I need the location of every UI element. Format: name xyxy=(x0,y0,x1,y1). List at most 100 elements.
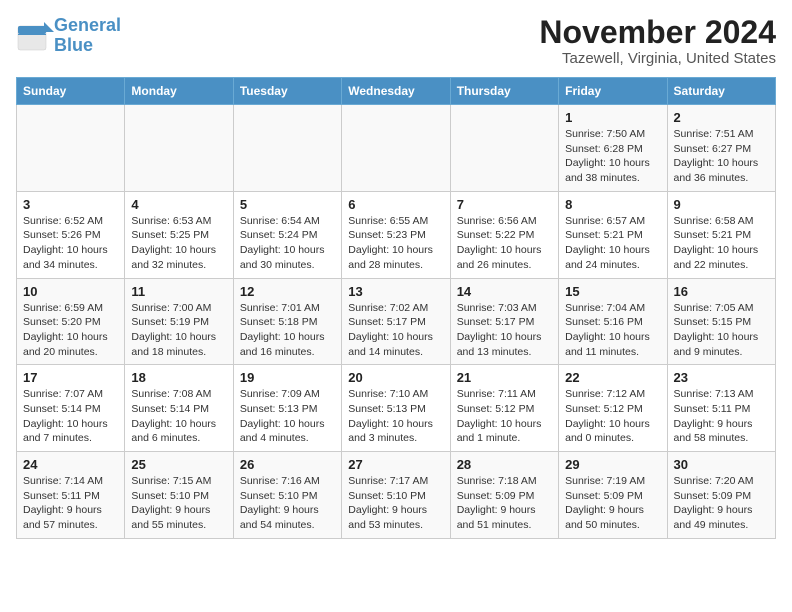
calendar-cell: 22Sunrise: 7:12 AM Sunset: 5:12 PM Dayli… xyxy=(559,365,667,452)
calendar-week-row: 17 Sunrise: 7:07 AM Sunset: 5:14 PM Dayli… xyxy=(17,365,776,452)
day-info: Sunrise: 7:01 AM Sunset: 5:18 PM Dayligh… xyxy=(240,301,335,360)
day-info: Sunrise: 7:00 AM Sunset: 5:19 PM Dayligh… xyxy=(131,301,226,360)
day-info: Sunrise: 6:56 AM Sunset: 5:22 PM Dayligh… xyxy=(457,214,552,273)
day-info: Sunrise: 7:03 AM Sunset: 5:17 PM Dayligh… xyxy=(457,301,552,360)
day-number: 28 xyxy=(457,457,552,472)
day-info: Sunrise: 6:52 AM Sunset: 5:26 PM Dayligh… xyxy=(23,214,118,273)
day-info: Sunrise: 7:19 AM Sunset: 5:09 PM Dayligh… xyxy=(565,474,660,533)
day-number: 21 xyxy=(457,370,552,385)
calendar-cell: 1 Sunrise: 7:50 AM Sunset: 6:28 PM Daylig… xyxy=(559,105,667,192)
day-info: Sunrise: 7:13 AM Sunset: 5:11 PM Dayligh… xyxy=(674,387,769,446)
day-number: 17 xyxy=(23,370,118,385)
day-number: 11 xyxy=(131,284,226,299)
day-info: Sunrise: 7:18 AM Sunset: 5:09 PM Dayligh… xyxy=(457,474,552,533)
day-info: Sunrise: 7:17 AM Sunset: 5:10 PM Dayligh… xyxy=(348,474,443,533)
title-area: November 2024 Tazewell, Virginia, United… xyxy=(539,16,776,67)
day-number: 2 xyxy=(674,110,769,125)
calendar-cell: 20 Sunrise: 7:10 AM Sunset: 5:13 PM Dayli… xyxy=(342,365,450,452)
weekday-header: Friday xyxy=(559,78,667,105)
day-number: 15 xyxy=(565,284,660,299)
weekday-header: Sunday xyxy=(17,78,125,105)
calendar-cell: 29 Sunrise: 7:19 AM Sunset: 5:09 PM Dayli… xyxy=(559,452,667,539)
calendar-cell xyxy=(233,105,341,192)
calendar-cell: 28 Sunrise: 7:18 AM Sunset: 5:09 PM Dayli… xyxy=(450,452,558,539)
day-info: Sunrise: 7:04 AM Sunset: 5:16 PM Dayligh… xyxy=(565,301,660,360)
day-number: 22 xyxy=(565,370,660,385)
calendar-cell: 30Sunrise: 7:20 AM Sunset: 5:09 PM Dayli… xyxy=(667,452,775,539)
calendar-cell xyxy=(17,105,125,192)
day-info: Sunrise: 7:02 AM Sunset: 5:17 PM Dayligh… xyxy=(348,301,443,360)
calendar-week-row: 1 Sunrise: 7:50 AM Sunset: 6:28 PM Daylig… xyxy=(17,105,776,192)
day-info: Sunrise: 6:54 AM Sunset: 5:24 PM Dayligh… xyxy=(240,214,335,273)
day-number: 1 xyxy=(565,110,660,125)
calendar-cell: 6Sunrise: 6:55 AM Sunset: 5:23 PM Daylig… xyxy=(342,191,450,278)
calendar-cell: 9Sunrise: 6:58 AM Sunset: 5:21 PM Daylig… xyxy=(667,191,775,278)
weekday-header-row: SundayMondayTuesdayWednesdayThursdayFrid… xyxy=(17,78,776,105)
day-number: 3 xyxy=(23,197,118,212)
calendar-cell: 26 Sunrise: 7:16 AM Sunset: 5:10 PM Dayli… xyxy=(233,452,341,539)
header: General Blue November 2024 Tazewell, Vir… xyxy=(16,16,776,67)
day-info: Sunrise: 6:57 AM Sunset: 5:21 PM Dayligh… xyxy=(565,214,660,273)
calendar-cell: 21Sunrise: 7:11 AM Sunset: 5:12 PM Dayli… xyxy=(450,365,558,452)
calendar-cell: 23 Sunrise: 7:13 AM Sunset: 5:11 PM Dayli… xyxy=(667,365,775,452)
day-info: Sunrise: 7:07 AM Sunset: 5:14 PM Dayligh… xyxy=(23,387,118,446)
calendar-cell: 4 Sunrise: 6:53 AM Sunset: 5:25 PM Daylig… xyxy=(125,191,233,278)
day-info: Sunrise: 7:10 AM Sunset: 5:13 PM Dayligh… xyxy=(348,387,443,446)
calendar-cell: 13 Sunrise: 7:02 AM Sunset: 5:17 PM Dayli… xyxy=(342,278,450,365)
logo-icon xyxy=(16,18,52,54)
day-number: 23 xyxy=(674,370,769,385)
calendar-cell: 11 Sunrise: 7:00 AM Sunset: 5:19 PM Dayli… xyxy=(125,278,233,365)
weekday-header: Saturday xyxy=(667,78,775,105)
day-info: Sunrise: 7:08 AM Sunset: 5:14 PM Dayligh… xyxy=(131,387,226,446)
day-number: 7 xyxy=(457,197,552,212)
calendar-cell: 7 Sunrise: 6:56 AM Sunset: 5:22 PM Daylig… xyxy=(450,191,558,278)
logo: General Blue xyxy=(16,16,121,56)
weekday-header: Monday xyxy=(125,78,233,105)
calendar-cell: 3 Sunrise: 6:52 AM Sunset: 5:26 PM Daylig… xyxy=(17,191,125,278)
calendar-cell: 16 Sunrise: 7:05 AM Sunset: 5:15 PM Dayli… xyxy=(667,278,775,365)
day-info: Sunrise: 7:16 AM Sunset: 5:10 PM Dayligh… xyxy=(240,474,335,533)
day-info: Sunrise: 7:50 AM Sunset: 6:28 PM Dayligh… xyxy=(565,127,660,186)
day-number: 14 xyxy=(457,284,552,299)
location: Tazewell, Virginia, United States xyxy=(539,50,776,67)
day-info: Sunrise: 7:05 AM Sunset: 5:15 PM Dayligh… xyxy=(674,301,769,360)
weekday-header: Tuesday xyxy=(233,78,341,105)
day-number: 29 xyxy=(565,457,660,472)
day-info: Sunrise: 6:53 AM Sunset: 5:25 PM Dayligh… xyxy=(131,214,226,273)
calendar-week-row: 24 Sunrise: 7:14 AM Sunset: 5:11 PM Dayli… xyxy=(17,452,776,539)
day-number: 12 xyxy=(240,284,335,299)
day-number: 20 xyxy=(348,370,443,385)
logo-line2: Blue xyxy=(54,35,93,55)
day-info: Sunrise: 6:58 AM Sunset: 5:21 PM Dayligh… xyxy=(674,214,769,273)
day-number: 25 xyxy=(131,457,226,472)
calendar-cell: 12 Sunrise: 7:01 AM Sunset: 5:18 PM Dayli… xyxy=(233,278,341,365)
day-number: 27 xyxy=(348,457,443,472)
day-number: 4 xyxy=(131,197,226,212)
day-number: 10 xyxy=(23,284,118,299)
day-number: 8 xyxy=(565,197,660,212)
calendar-cell: 14 Sunrise: 7:03 AM Sunset: 5:17 PM Dayli… xyxy=(450,278,558,365)
day-number: 16 xyxy=(674,284,769,299)
weekday-header: Wednesday xyxy=(342,78,450,105)
day-info: Sunrise: 6:59 AM Sunset: 5:20 PM Dayligh… xyxy=(23,301,118,360)
calendar-cell: 27 Sunrise: 7:17 AM Sunset: 5:10 PM Dayli… xyxy=(342,452,450,539)
day-info: Sunrise: 7:09 AM Sunset: 5:13 PM Dayligh… xyxy=(240,387,335,446)
logo-text: General Blue xyxy=(54,16,121,56)
day-info: Sunrise: 6:55 AM Sunset: 5:23 PM Dayligh… xyxy=(348,214,443,273)
calendar-week-row: 10 Sunrise: 6:59 AM Sunset: 5:20 PM Dayli… xyxy=(17,278,776,365)
calendar-cell: 25Sunrise: 7:15 AM Sunset: 5:10 PM Dayli… xyxy=(125,452,233,539)
calendar-cell: 18 Sunrise: 7:08 AM Sunset: 5:14 PM Dayli… xyxy=(125,365,233,452)
calendar-cell xyxy=(450,105,558,192)
day-info: Sunrise: 7:14 AM Sunset: 5:11 PM Dayligh… xyxy=(23,474,118,533)
day-number: 26 xyxy=(240,457,335,472)
calendar-cell: 8 Sunrise: 6:57 AM Sunset: 5:21 PM Daylig… xyxy=(559,191,667,278)
calendar-cell: 24 Sunrise: 7:14 AM Sunset: 5:11 PM Dayli… xyxy=(17,452,125,539)
calendar-cell: 17 Sunrise: 7:07 AM Sunset: 5:14 PM Dayli… xyxy=(17,365,125,452)
calendar-cell xyxy=(342,105,450,192)
day-number: 13 xyxy=(348,284,443,299)
day-info: Sunrise: 7:51 AM Sunset: 6:27 PM Dayligh… xyxy=(674,127,769,186)
calendar-cell: 5Sunrise: 6:54 AM Sunset: 5:24 PM Daylig… xyxy=(233,191,341,278)
day-number: 18 xyxy=(131,370,226,385)
calendar-cell: 2 Sunrise: 7:51 AM Sunset: 6:27 PM Daylig… xyxy=(667,105,775,192)
day-number: 24 xyxy=(23,457,118,472)
